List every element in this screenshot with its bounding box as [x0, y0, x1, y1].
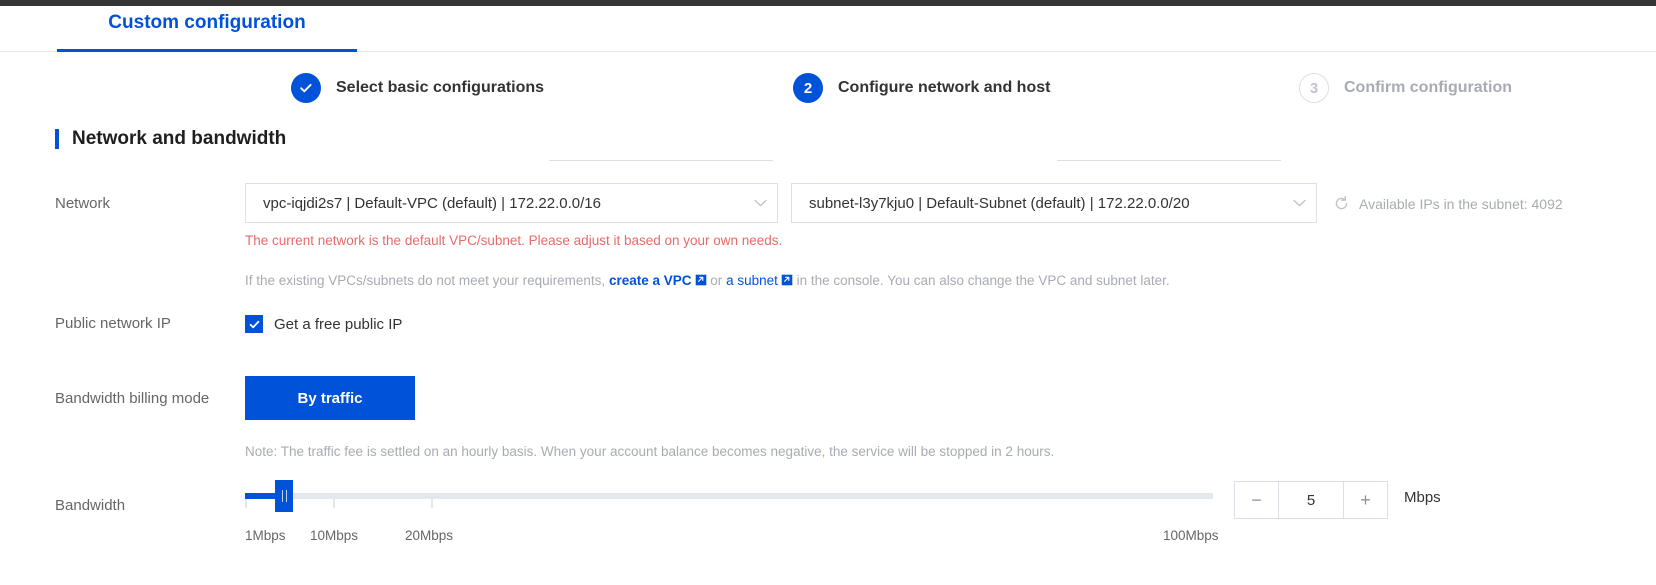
- step-item-2[interactable]: 2 Configure network and host: [793, 72, 1050, 104]
- tab-label: Custom configuration: [108, 12, 306, 33]
- slider-tick-label-4: 100Mbps: [1163, 528, 1219, 543]
- bandwidth-stepper[interactable]: − 5 +: [1234, 481, 1388, 519]
- external-link-icon[interactable]: [781, 274, 793, 289]
- step-1-bubble: [291, 73, 321, 103]
- slider-handle[interactable]: [275, 480, 294, 512]
- a-subnet-link[interactable]: a subnet: [726, 273, 778, 288]
- bandwidth-value-input[interactable]: 5: [1279, 482, 1343, 518]
- step-3-label: Confirm configuration: [1344, 79, 1512, 96]
- step-2-bubble: 2: [793, 73, 823, 103]
- create-a-vpc-link[interactable]: create a VPC: [609, 273, 692, 288]
- network-row-label: Network: [55, 195, 111, 212]
- check-icon: [300, 83, 312, 93]
- bandwidth-slider[interactable]: [245, 480, 1213, 512]
- tab-active-indicator: [57, 49, 357, 52]
- grip-line: [285, 490, 287, 502]
- checkbox-label: Get a free public IP: [274, 315, 403, 333]
- chevron-down-icon: [1282, 199, 1316, 207]
- step-2-label: Configure network and host: [838, 79, 1051, 96]
- step-1-label: Select basic configurations: [336, 79, 545, 96]
- vpc-select[interactable]: vpc-iqjdi2s7 | Default-VPC (default) | 1…: [245, 183, 778, 223]
- free-public-ip-checkbox[interactable]: Get a free public IP: [245, 315, 402, 333]
- chevron-down-icon: [743, 199, 777, 207]
- network-help-or: or: [710, 273, 723, 288]
- slider-track[interactable]: [245, 493, 1213, 499]
- step-connector-1: [549, 160, 773, 161]
- billing-mode-button-label: By traffic: [297, 389, 363, 407]
- subnet-select-value: subnet-l3y7kju0 | Default-Subnet (defaul…: [809, 194, 1190, 212]
- bandwidth-row-label: Bandwidth: [55, 497, 126, 514]
- section-title-text: Network and bandwidth: [72, 128, 287, 149]
- slider-tick: [333, 499, 335, 508]
- wizard-steps: Select basic configurations 2 Configure …: [0, 72, 1656, 161]
- network-help-prefix: If the existing VPCs/subnets do not meet…: [245, 273, 606, 288]
- slider-tick-label-2: 10Mbps: [310, 528, 359, 543]
- step-item-1[interactable]: Select basic configurations: [291, 72, 544, 104]
- step-3-bubble: 3: [1299, 73, 1329, 103]
- slider-tick-label-1: 1Mbps: [245, 528, 286, 543]
- available-ips-indicator[interactable]: Available IPs in the subnet: 4092: [1333, 195, 1563, 212]
- bandwidth-decrement-button[interactable]: −: [1235, 482, 1279, 518]
- bandwidth-increment-button[interactable]: +: [1343, 482, 1387, 518]
- slider-tick: [245, 499, 247, 508]
- billing-mode-row-label: Bandwidth billing mode: [55, 390, 210, 407]
- section-accent-bar: [55, 129, 59, 149]
- slider-tick: [431, 499, 433, 508]
- checkbox-box[interactable]: [245, 315, 263, 333]
- subnet-select[interactable]: subnet-l3y7kju0 | Default-Subnet (defaul…: [791, 183, 1317, 223]
- check-icon: [249, 320, 259, 328]
- step-item-3[interactable]: 3 Confirm configuration: [1299, 72, 1512, 104]
- network-help-suffix: in the console. You can also change the …: [796, 273, 1170, 288]
- external-link-icon[interactable]: [695, 274, 707, 289]
- available-ips-text: Available IPs in the subnet: 4092: [1359, 195, 1563, 212]
- slider-tick-label-3: 20Mbps: [405, 528, 454, 543]
- tab-bar: Custom configuration: [0, 6, 1656, 52]
- tab-custom-configuration[interactable]: Custom configuration: [57, 6, 357, 46]
- step-connector-2: [1057, 160, 1281, 161]
- billing-note-text: Note: The traffic fee is settled on an h…: [245, 444, 1055, 459]
- grip-line: [281, 490, 283, 502]
- network-warning-text: The current network is the default VPC/s…: [245, 233, 783, 248]
- billing-mode-by-traffic-button[interactable]: By traffic: [245, 376, 415, 420]
- network-help-text: If the existing VPCs/subnets do not meet…: [245, 273, 1170, 289]
- bandwidth-unit-label: Mbps: [1404, 489, 1441, 506]
- refresh-icon[interactable]: [1333, 195, 1350, 212]
- vpc-select-value: vpc-iqjdi2s7 | Default-VPC (default) | 1…: [263, 194, 601, 212]
- public-ip-row-label: Public network IP: [55, 315, 171, 332]
- section-header-network-and-bandwidth: Network and bandwidth: [55, 126, 286, 152]
